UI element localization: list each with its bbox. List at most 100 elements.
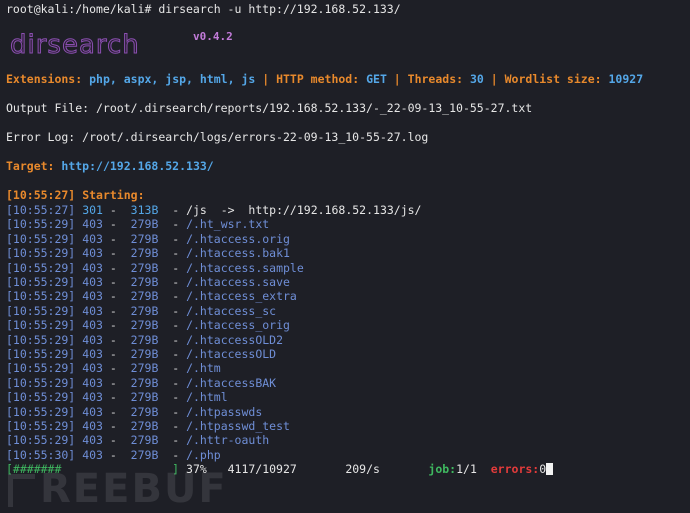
result-status-code: 403 bbox=[82, 375, 103, 390]
terminal-window[interactable]: root@kali:/home/kali# dirsearch -u http:… bbox=[0, 0, 690, 513]
extensions-label: Extensions: bbox=[6, 72, 83, 86]
result-row: [10:55:29] 403 - 279B - /.httr-oauth bbox=[6, 433, 270, 448]
wordlist-label: Wordlist size: bbox=[504, 72, 602, 86]
result-size: 279B bbox=[123, 303, 159, 318]
result-size: 279B bbox=[123, 217, 159, 232]
result-time: [10:55:29] bbox=[6, 275, 76, 289]
target-url: http://192.168.52.133/ bbox=[61, 159, 214, 173]
result-time: [10:55:29] bbox=[6, 419, 76, 433]
result-path: /.htaccess_extra bbox=[186, 289, 297, 304]
result-size: 279B bbox=[123, 433, 159, 448]
result-time: [10:55:29] bbox=[6, 390, 76, 405]
separator: | bbox=[483, 72, 505, 86]
result-status-code: 403 bbox=[82, 246, 103, 261]
result-size: 279B bbox=[123, 404, 159, 419]
command-prompt: root@kali:/home/kali# dirsearch -u http:… bbox=[6, 2, 401, 16]
result-time: [10:55:29] bbox=[6, 375, 76, 390]
terminal-cursor bbox=[546, 463, 554, 475]
result-status-code: 403 bbox=[82, 260, 103, 275]
result-status-code: 403 bbox=[82, 275, 103, 289]
watermark-text: REEBUF bbox=[40, 466, 228, 512]
result-size: 279B bbox=[123, 231, 159, 246]
result-path: /.htpasswds bbox=[186, 404, 263, 419]
result-path: /.ht_wsr.txt bbox=[186, 217, 270, 232]
result-time: [10:55:29] bbox=[6, 332, 76, 347]
result-time: [10:55:29] bbox=[6, 318, 76, 333]
result-path: /.htaccess.orig bbox=[186, 231, 290, 246]
result-status-code: 403 bbox=[82, 318, 103, 333]
result-size: 279B bbox=[123, 318, 159, 333]
result-status-code: 403 bbox=[82, 361, 103, 376]
result-row: [10:55:29] 403 - 279B - /.htaccess.bak1 bbox=[6, 246, 290, 261]
method-value: GET bbox=[366, 72, 387, 86]
target-label: Target: bbox=[6, 159, 55, 173]
result-row: [10:55:29] 403 - 279B - /.htaccess.save bbox=[6, 275, 290, 289]
errors-label: errors: bbox=[490, 462, 540, 476]
wordlist-value: 10927 bbox=[608, 72, 644, 86]
progress-count: 4117/10927 bbox=[227, 462, 297, 476]
result-row: [10:55:29] 403 - 279B - /.htaccess_sc bbox=[6, 303, 277, 318]
result-path: /.htm bbox=[186, 361, 221, 376]
result-row: [10:55:29] 403 - 279B - /.htm bbox=[6, 361, 221, 376]
result-size: 279B bbox=[123, 289, 159, 304]
result-path: /.htaccess.save bbox=[186, 275, 290, 289]
result-status-code: 403 bbox=[82, 303, 103, 318]
result-status-code: 301 bbox=[82, 203, 103, 217]
result-row: [10:55:27] 301 - 313B - /js -> http://19… bbox=[6, 203, 422, 217]
error-log-line: Error Log: /root/.dirsearch/logs/errors-… bbox=[6, 130, 429, 144]
result-row: [10:55:29] 403 - 279B - /.htpasswd_test bbox=[6, 419, 290, 433]
separator: | bbox=[255, 72, 277, 86]
result-path: /.httr-oauth bbox=[186, 433, 270, 448]
result-row: [10:55:29] 403 - 279B - /.htaccess_orig bbox=[6, 318, 290, 333]
result-time: [10:55:29] bbox=[6, 217, 76, 232]
result-size: 279B bbox=[123, 447, 159, 462]
result-path: /.htaccess.sample bbox=[186, 260, 304, 275]
errors-value: 0 bbox=[539, 462, 547, 476]
starting-line: [10:55:27] Starting: bbox=[6, 188, 145, 202]
result-size: 279B bbox=[123, 419, 159, 433]
separator: | bbox=[386, 72, 408, 86]
starting-time: [10:55:27] bbox=[6, 188, 76, 202]
result-status-code: 403 bbox=[82, 231, 103, 246]
starting-label: Starting: bbox=[82, 188, 145, 202]
job-label: job: bbox=[428, 462, 457, 476]
result-path: /.htaccessBAK bbox=[186, 375, 277, 390]
result-size: 279B bbox=[123, 275, 159, 289]
result-row: [10:55:29] 403 - 279B - /.htaccess.orig bbox=[6, 231, 290, 246]
result-size: 279B bbox=[123, 332, 159, 347]
result-status-code: 403 bbox=[82, 419, 103, 433]
threads-value: 30 bbox=[469, 72, 484, 86]
result-path: /.php bbox=[186, 447, 221, 462]
watermark-logo-icon bbox=[8, 474, 35, 507]
result-time: [10:55:29] bbox=[6, 231, 76, 246]
result-time: [10:55:29] bbox=[6, 246, 76, 261]
result-row: [10:55:29] 403 - 279B - /.htaccess_extra bbox=[6, 289, 297, 304]
progress-rate: 209/s bbox=[345, 462, 380, 476]
result-size: 313B bbox=[123, 203, 159, 217]
result-time: [10:55:30] bbox=[6, 447, 76, 462]
result-status-code: 403 bbox=[82, 289, 103, 304]
result-path: /.htaccessOLD2 bbox=[186, 332, 284, 347]
result-status-code: 403 bbox=[82, 332, 103, 347]
result-size: 279B bbox=[123, 390, 159, 405]
result-status-code: 403 bbox=[82, 390, 103, 405]
output-file-line: Output File: /root/.dirsearch/reports/19… bbox=[6, 101, 533, 115]
result-size: 279B bbox=[123, 361, 159, 376]
result-status-code: 403 bbox=[82, 217, 103, 232]
result-row: [10:55:29] 403 - 279B - /.htpasswds bbox=[6, 404, 263, 419]
result-row: [10:55:29] 403 - 279B - /.ht_wsr.txt bbox=[6, 217, 270, 232]
result-time: [10:55:29] bbox=[6, 404, 76, 419]
result-time: [10:55:29] bbox=[6, 361, 76, 376]
result-size: 279B bbox=[123, 246, 159, 261]
scan-summary: Extensions: php, aspx, jsp, html, js | H… bbox=[6, 72, 643, 86]
result-size: 279B bbox=[123, 375, 159, 390]
result-path: /.htpasswd_test bbox=[186, 419, 290, 433]
result-row: [10:55:29] 403 - 279B - /.html bbox=[6, 390, 228, 405]
result-path: /.htaccess.bak1 bbox=[186, 246, 290, 261]
result-status-code: 403 bbox=[82, 347, 103, 361]
result-path: /.htaccessOLD bbox=[186, 347, 277, 361]
result-path: /.html bbox=[186, 390, 228, 405]
result-row: [10:55:29] 403 - 279B - /.htaccess.sampl… bbox=[6, 260, 304, 275]
result-path: /.htaccess_orig bbox=[186, 318, 290, 333]
result-time: [10:55:29] bbox=[6, 347, 76, 361]
